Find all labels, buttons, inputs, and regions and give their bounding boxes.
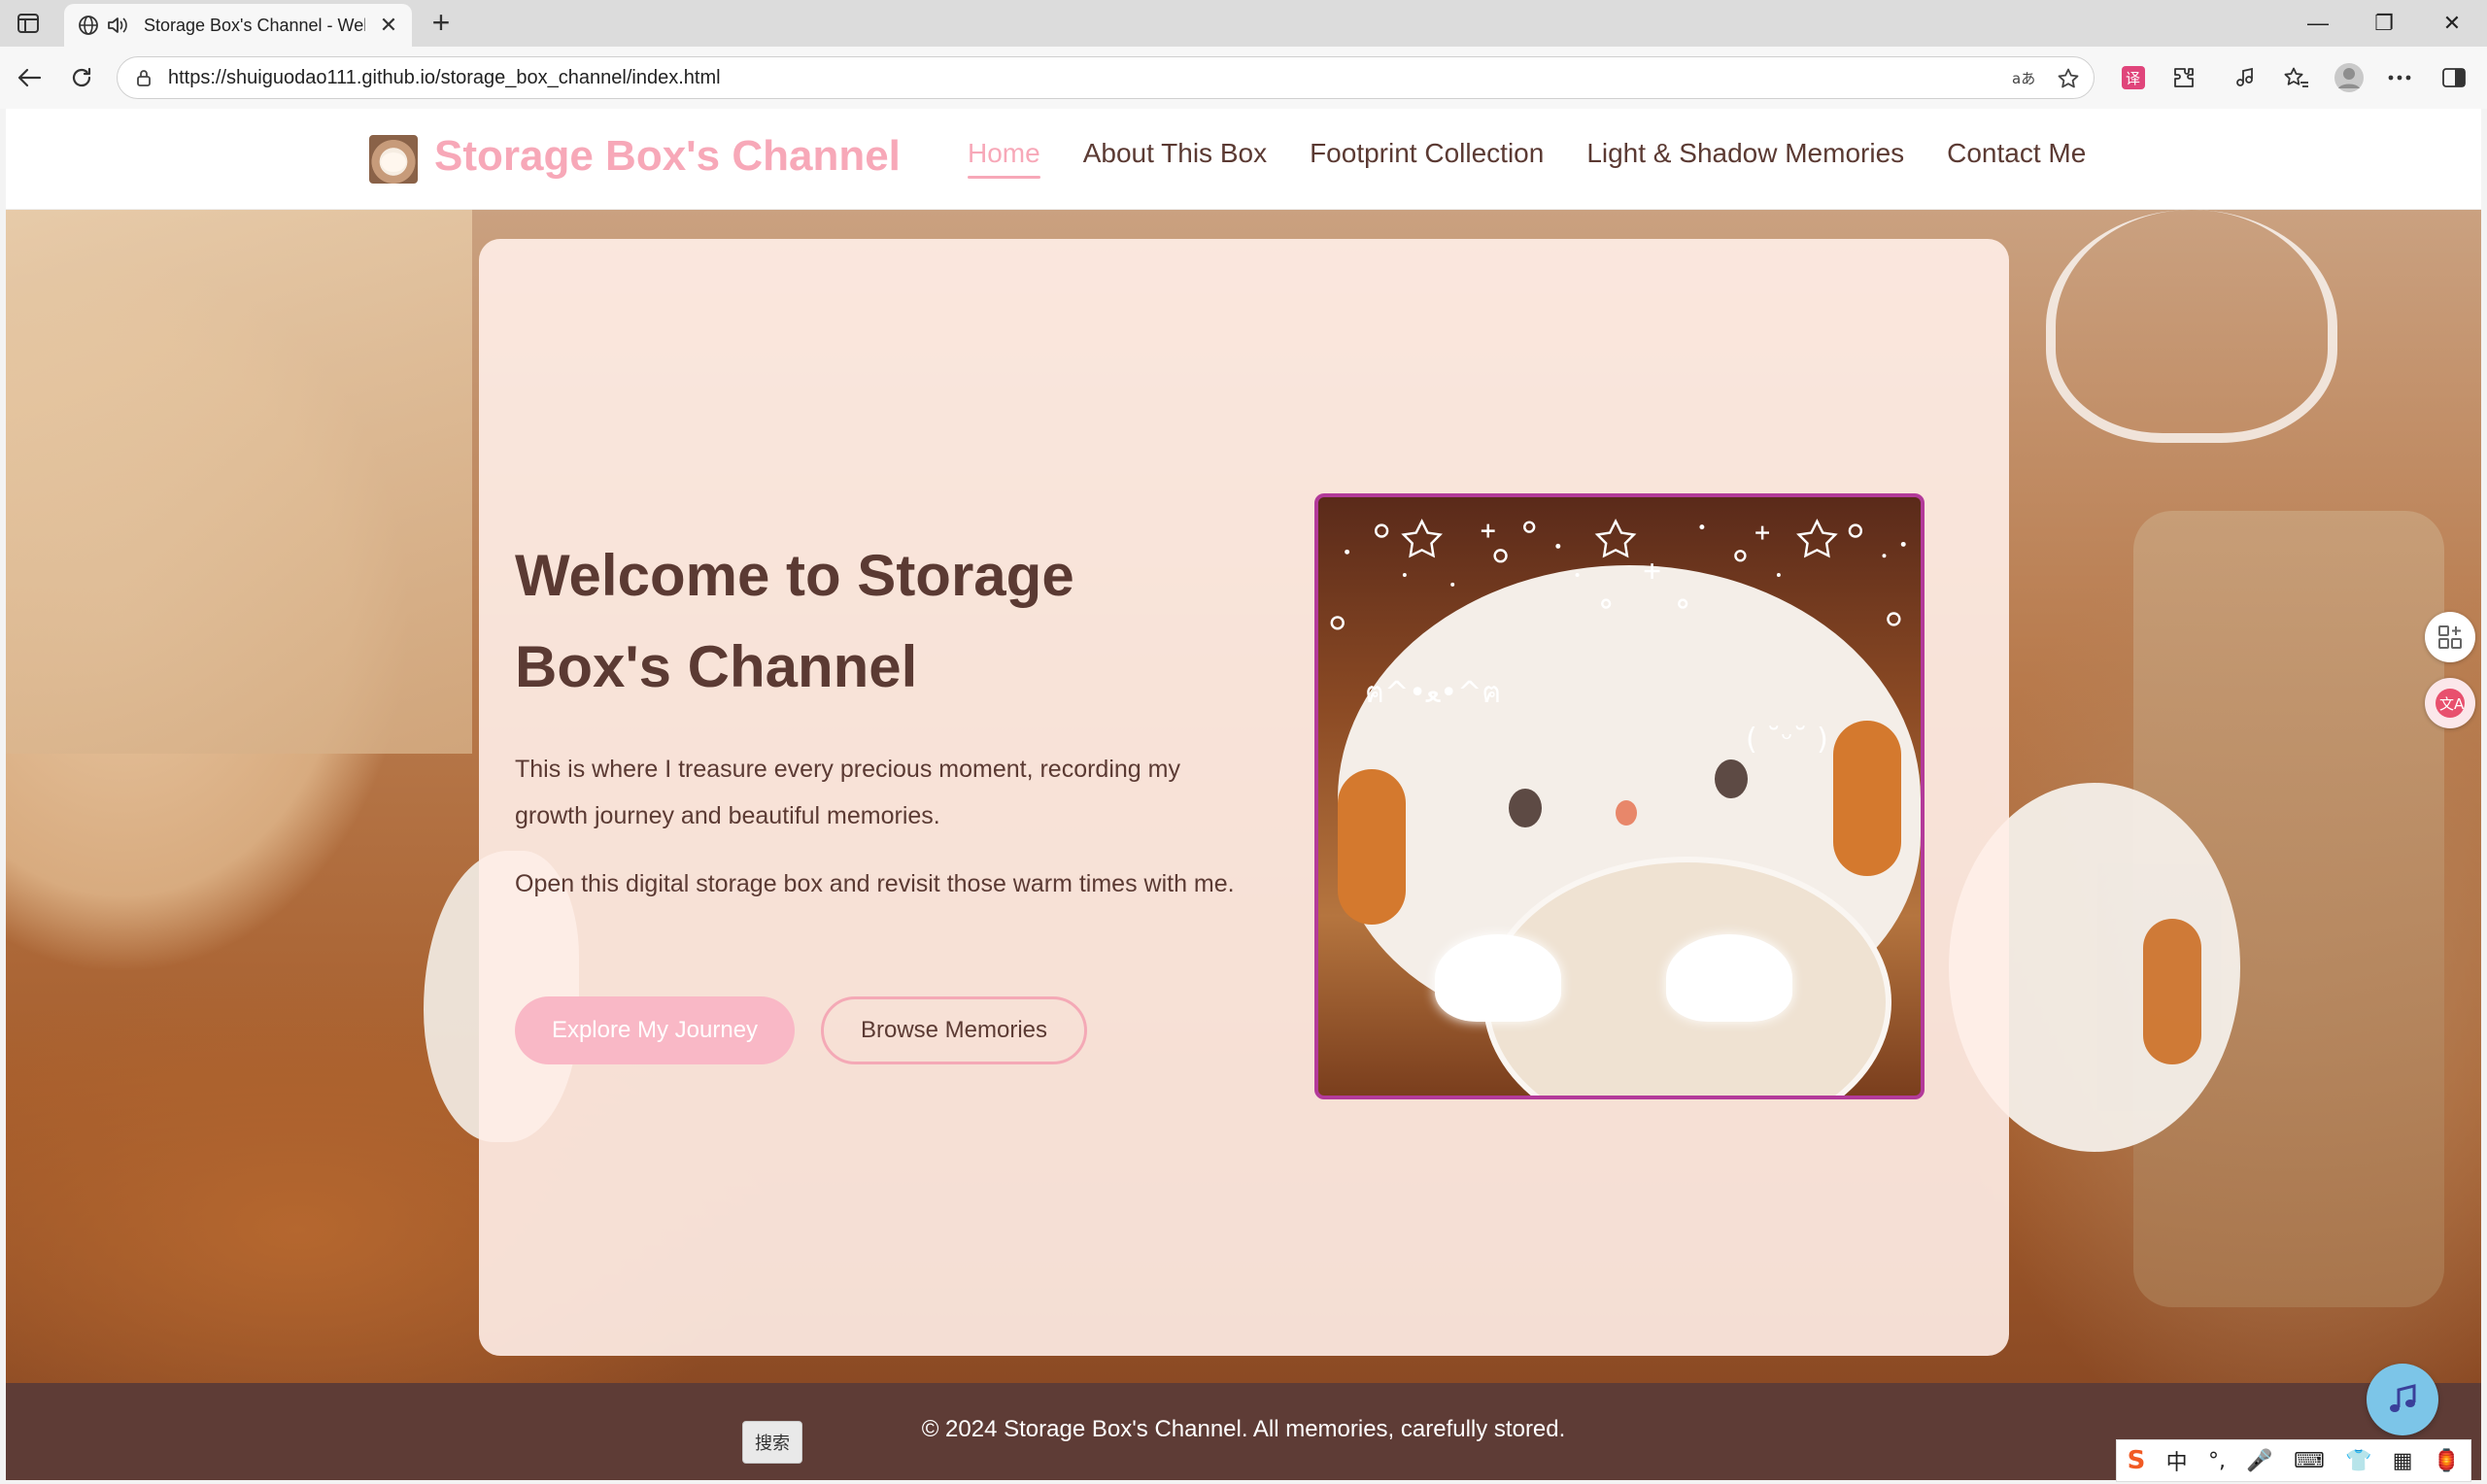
- svg-text:aあ: aあ: [2012, 70, 2035, 87]
- music-note-icon[interactable]: [2367, 1364, 2438, 1435]
- search-button[interactable]: 搜索: [742, 1421, 802, 1464]
- site-footer: © 2024 Storage Box's Channel. All memori…: [6, 1383, 2481, 1480]
- ime-keyboard-icon[interactable]: ⌨: [2294, 1449, 2325, 1473]
- ime-punctuation-icon[interactable]: °,: [2208, 1449, 2226, 1473]
- ime-toolbox-icon[interactable]: ▦: [2393, 1449, 2413, 1473]
- qr-grid-icon[interactable]: [2425, 612, 2475, 662]
- page-viewport: Storage Box's Channel Home About This Bo…: [6, 109, 2481, 1480]
- translate-float-icon[interactable]: 文A: [2425, 678, 2475, 728]
- nav-footprint-collection[interactable]: Footprint Collection: [1310, 138, 1544, 179]
- refresh-icon[interactable]: [64, 60, 99, 95]
- ime-microphone-icon[interactable]: 🎤: [2246, 1449, 2272, 1473]
- svg-text:文A: 文A: [2439, 695, 2465, 713]
- hero-image-ear-right: [1833, 721, 1901, 876]
- speaker-icon[interactable]: [103, 11, 132, 40]
- hero-image-ear-left: [1338, 769, 1406, 925]
- hero-paragraph-2: Open this digital storage box and revisi…: [515, 870, 1235, 897]
- main-nav: Home About This Box Footprint Collection…: [968, 138, 2086, 179]
- ime-logo-icon[interactable]: S: [2128, 1446, 2146, 1475]
- hero-image-wing-right: [1666, 934, 1792, 1022]
- nav-light-shadow-memories[interactable]: Light & Shadow Memories: [1586, 138, 1904, 179]
- new-tab-button[interactable]: +: [424, 6, 459, 41]
- more-menu-icon[interactable]: [2382, 60, 2417, 95]
- restore-button[interactable]: ❐: [2363, 8, 2405, 39]
- browse-memories-button[interactable]: Browse Memories: [821, 996, 1087, 1064]
- tab-close-icon[interactable]: ✕: [375, 13, 402, 38]
- window-close-button[interactable]: ✕: [2431, 8, 2473, 39]
- ime-extra-icon[interactable]: 🏮: [2434, 1449, 2460, 1473]
- hero-image: ฅ^•ﻌ•^ฅ ( ˘ᵕ˘ ): [1314, 493, 1925, 1099]
- address-bar-actions: aあ: [2008, 63, 2084, 94]
- browser-toolbar: https://shuiguodao111.github.io/storage_…: [0, 47, 2487, 109]
- tab-title: Storage Box's Channel - Welcome: [144, 15, 365, 35]
- hero-paragraph-1: This is where I treasure every precious …: [515, 756, 1180, 829]
- nav-home[interactable]: Home: [968, 138, 1040, 179]
- translate-extension-icon[interactable]: 译: [2116, 60, 2151, 95]
- site-logo[interactable]: [369, 135, 418, 184]
- explore-my-journey-button[interactable]: Explore My Journey: [515, 996, 795, 1064]
- hero-image-eye-right: [1715, 759, 1748, 798]
- read-aloud-icon[interactable]: aあ: [2008, 63, 2039, 94]
- hero-image-nose: [1616, 800, 1637, 826]
- hero-card: Welcome to Storage Box's Channel This is…: [479, 239, 2009, 1356]
- nav-about-this-box[interactable]: About This Box: [1083, 138, 1267, 179]
- footer-copyright: © 2024 Storage Box's Channel. All memori…: [921, 1416, 1566, 1442]
- lock-icon[interactable]: [133, 67, 154, 88]
- hero-section: Welcome to Storage Box's Channel This is…: [6, 210, 2481, 1383]
- address-url[interactable]: https://shuiguodao111.github.io/storage_…: [168, 67, 721, 89]
- hero-image-kaomoji-left: ฅ^•ﻌ•^ฅ: [1365, 676, 1502, 710]
- hero-image-wing-left: [1435, 934, 1561, 1022]
- favorite-star-icon[interactable]: [2053, 63, 2084, 94]
- site-header: Storage Box's Channel Home About This Bo…: [6, 109, 2481, 210]
- hero-image-eye-left: [1509, 789, 1542, 827]
- svg-text:译: 译: [2126, 70, 2140, 87]
- back-arrow-icon[interactable]: [12, 60, 47, 95]
- nav-contact-me[interactable]: Contact Me: [1947, 138, 2086, 179]
- hero-background-glass: [2046, 210, 2337, 443]
- profile-avatar-icon[interactable]: [2332, 60, 2367, 95]
- hero-background-wall: [6, 210, 472, 754]
- browser-tab-bar: Storage Box's Channel - Welcome ✕ + — ❐ …: [0, 0, 2487, 47]
- browser-tab-active[interactable]: Storage Box's Channel - Welcome ✕: [64, 4, 412, 47]
- sidebar-toggle-icon[interactable]: [12, 10, 45, 37]
- ime-skin-icon[interactable]: 👕: [2345, 1449, 2371, 1473]
- favorites-list-icon[interactable]: [2279, 60, 2314, 95]
- globe-icon: [74, 11, 103, 40]
- puzzle-icon[interactable]: [2166, 60, 2201, 95]
- hero-title: Welcome to Storage Box's Channel: [515, 543, 1074, 699]
- media-control-icon[interactable]: [2227, 60, 2262, 95]
- site-title[interactable]: Storage Box's Channel: [434, 132, 901, 181]
- hero-image-stars: [1330, 518, 1906, 630]
- ime-toolbar: S 中 °, 🎤 ⌨ 👕 ▦ 🏮: [2116, 1439, 2471, 1482]
- hero-image-kaomoji-right: ( ˘ᵕ˘ ): [1746, 723, 1828, 757]
- ime-chinese-mode[interactable]: 中: [2166, 1445, 2188, 1476]
- sidebar-panel-icon[interactable]: [2436, 60, 2471, 95]
- address-bar[interactable]: https://shuiguodao111.github.io/storage_…: [117, 56, 2095, 99]
- minimize-button[interactable]: —: [2297, 8, 2339, 39]
